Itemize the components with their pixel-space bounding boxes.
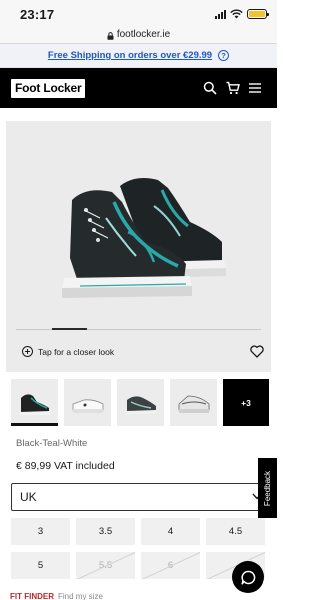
signal-icon [215, 9, 226, 19]
size-option[interactable]: 3.5 [76, 518, 135, 545]
size-region-value: UK [20, 490, 37, 504]
site-header: Foot Locker [0, 68, 277, 108]
product-price: € 89,99 VAT included [16, 460, 115, 472]
thumbnail[interactable] [170, 379, 217, 426]
chat-icon [240, 570, 255, 585]
url-text: footlocker.ie [116, 29, 171, 40]
size-option-unavailable: 6 [141, 552, 200, 579]
closer-look-button[interactable]: Tap for a closer look [22, 346, 114, 357]
thumbnail[interactable] [117, 379, 164, 426]
fit-finder-link[interactable]: FIT FINDER Find my size [10, 592, 103, 600]
browser-url-bar[interactable]: footlocker.ie [0, 26, 277, 44]
battery-icon [247, 9, 269, 19]
help-icon[interactable]: ? [218, 50, 230, 61]
thumbnail-strip: +3 [11, 379, 269, 427]
thumbnail[interactable] [64, 379, 111, 426]
slide-progress-indicator [52, 328, 87, 330]
status-time: 23:17 [20, 7, 55, 22]
size-region-select[interactable]: UK [11, 483, 271, 511]
size-option-unavailable: 5.5 [76, 552, 135, 579]
promo-banner: Free Shipping on orders over €29.99 ? [0, 44, 277, 68]
status-bar: 23:17 [0, 0, 277, 26]
free-shipping-link[interactable]: Free Shipping on orders over €29.99 [48, 50, 212, 61]
feedback-label: Feedback [263, 470, 273, 506]
size-option[interactable]: 4 [141, 518, 200, 545]
size-option[interactable]: 3 [11, 518, 70, 545]
product-image-gallery[interactable]: Tap for a closer look [6, 121, 271, 372]
closer-look-label: Tap for a closer look [38, 346, 115, 357]
lock-icon [107, 31, 114, 40]
feedback-tab[interactable]: Feedback [258, 458, 277, 518]
thumbnail[interactable] [11, 379, 58, 426]
fit-finder-sub: Find my size [58, 592, 103, 600]
status-icons [215, 8, 269, 20]
foot-locker-logo[interactable]: Foot Locker [11, 79, 86, 98]
cart-icon[interactable] [226, 81, 240, 95]
product-image [62, 178, 226, 298]
menu-icon[interactable] [248, 81, 262, 95]
zoom-plus-icon [22, 346, 33, 357]
size-option[interactable]: 4.5 [206, 518, 265, 545]
chat-button[interactable] [232, 561, 264, 593]
fit-finder-label: FIT FINDER [10, 592, 54, 600]
product-colour: Black-Teal-White [16, 438, 88, 449]
size-option[interactable]: 5 [11, 552, 70, 579]
wifi-icon [230, 9, 243, 19]
more-images-button[interactable]: +3 [223, 379, 269, 426]
search-icon[interactable] [203, 81, 217, 95]
heart-icon[interactable] [250, 345, 264, 358]
